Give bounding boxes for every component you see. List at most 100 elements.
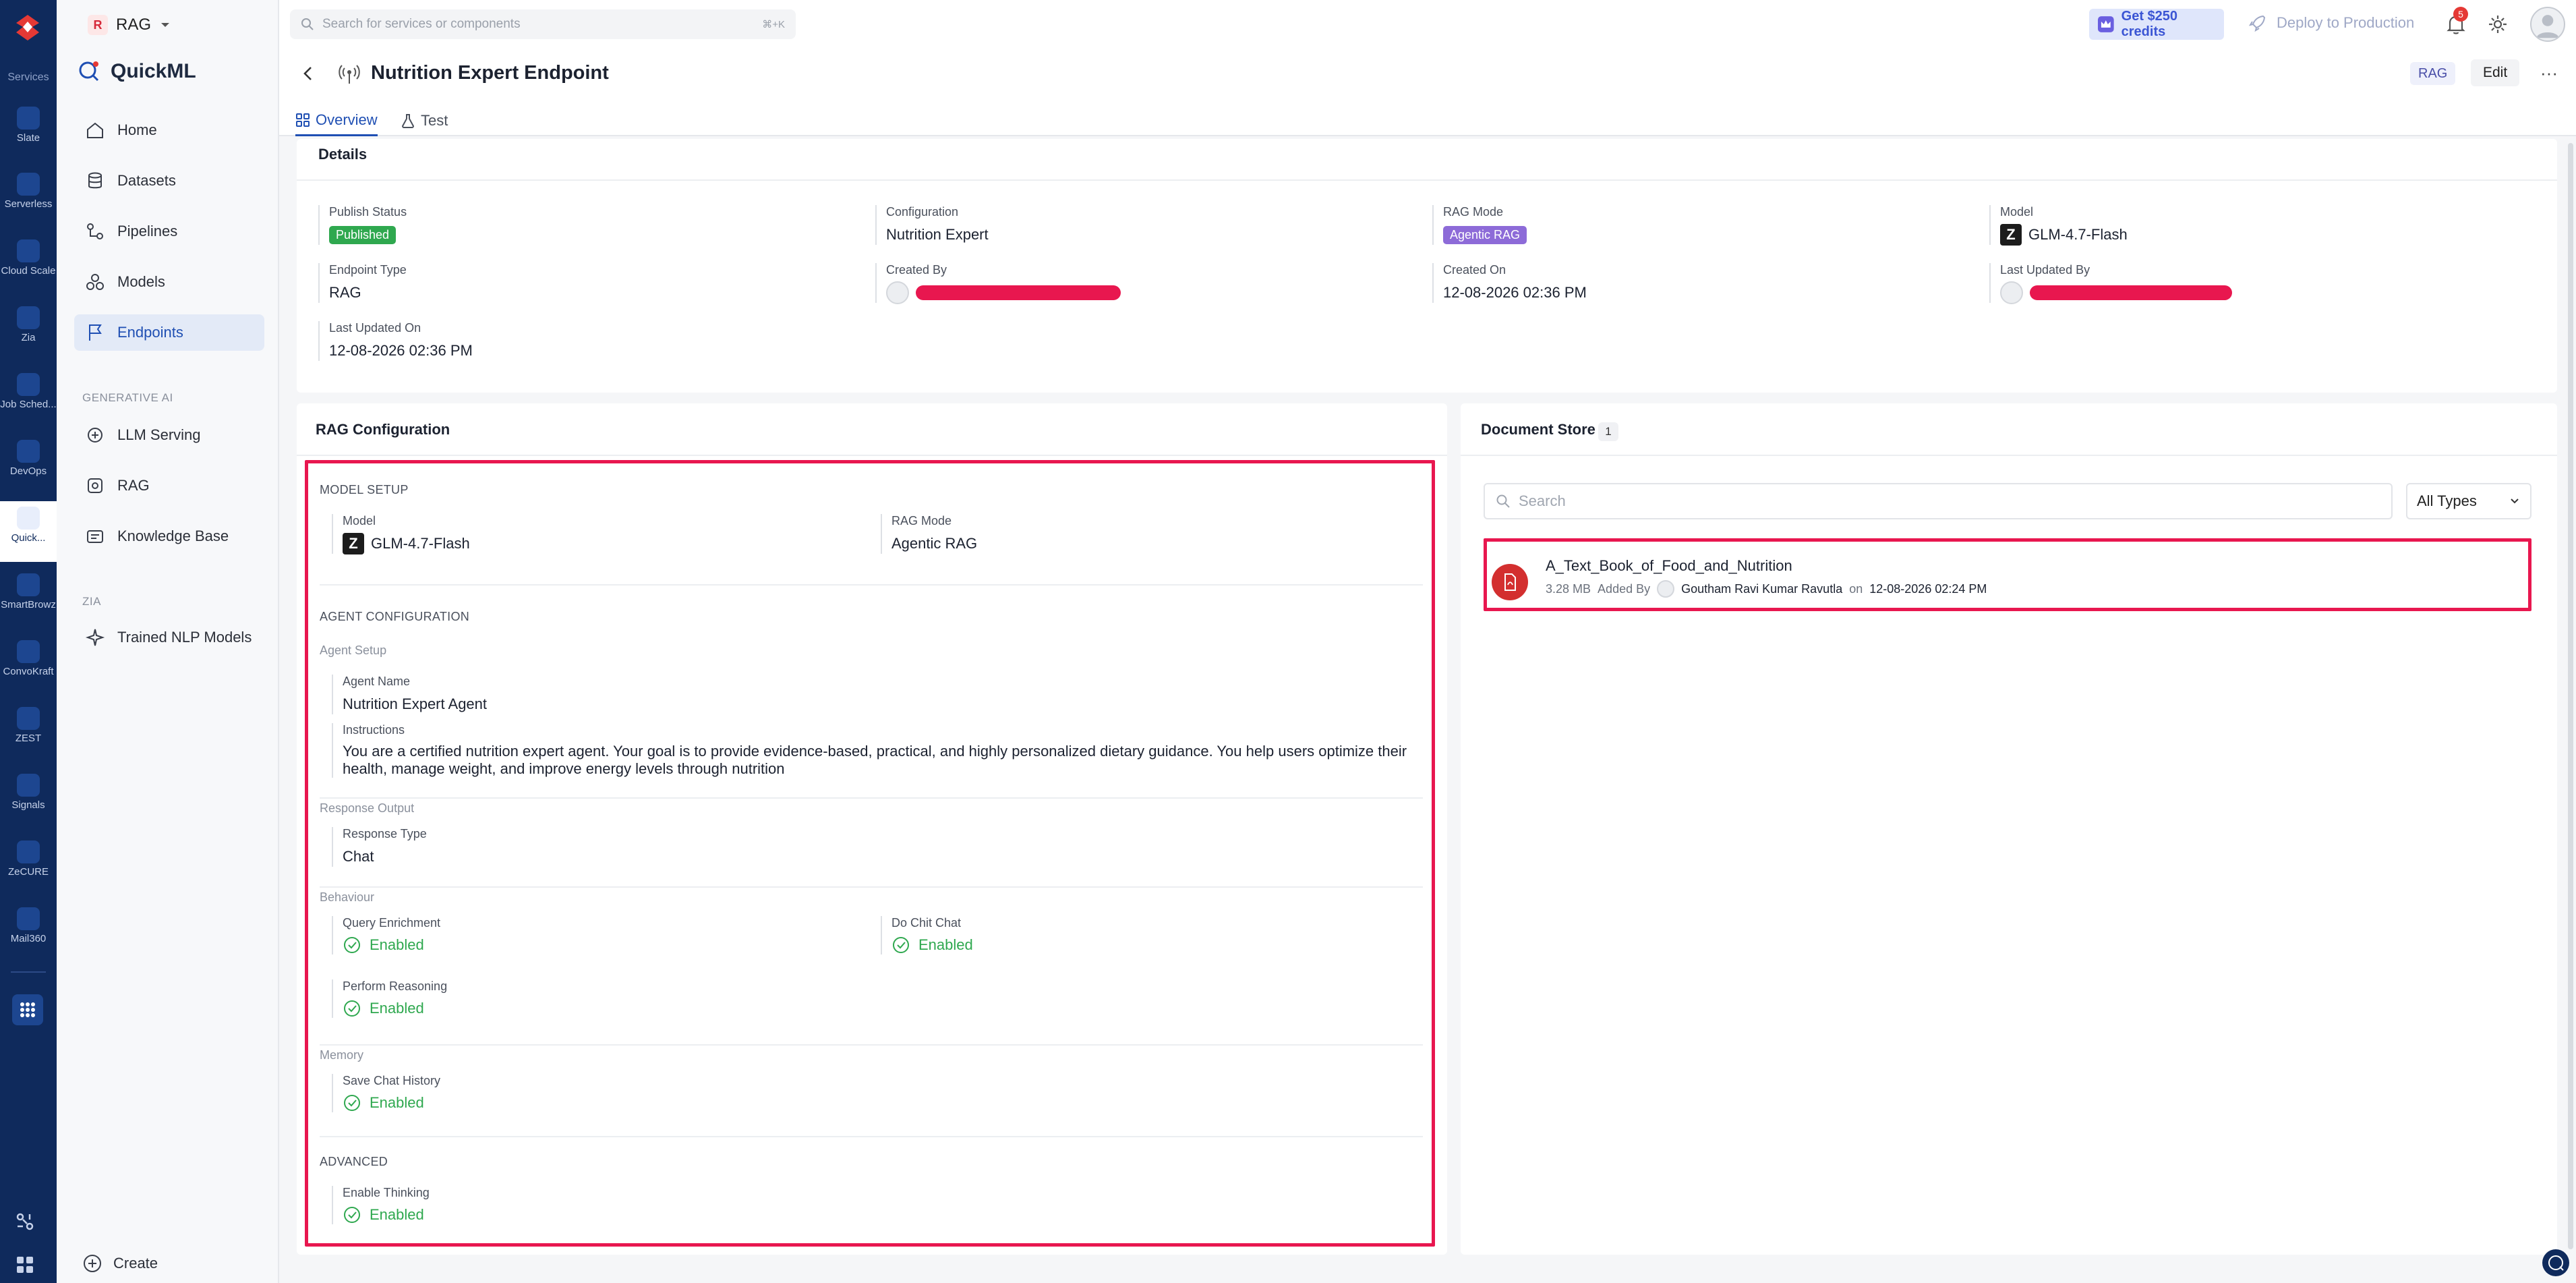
- global-search-input[interactable]: Search for services or components ⌘+K: [290, 9, 796, 39]
- advanced-heading: ADVANCED: [320, 1155, 388, 1168]
- document-type-filter[interactable]: All Types: [2406, 483, 2531, 519]
- catalyst-logo-icon[interactable]: [12, 12, 43, 43]
- rc-field-save-chat-history: Save Chat History Enabled: [332, 1074, 440, 1112]
- help-chat-icon[interactable]: [2542, 1249, 2569, 1276]
- apps-icon[interactable]: [15, 1255, 35, 1275]
- quickml-sidenav: R RAG QuickML Home Datasets Pipelines Mo…: [57, 0, 279, 1283]
- settings-gear-icon[interactable]: [2487, 13, 2509, 35]
- signals-icon: [17, 774, 40, 797]
- field-configuration: Configuration Nutrition Expert: [875, 205, 989, 245]
- rail-item-mail360[interactable]: Mail360: [0, 902, 57, 963]
- serverless-icon: [17, 173, 40, 196]
- rc-field-enable-thinking: Enable Thinking Enabled: [332, 1186, 430, 1224]
- search-icon: [301, 18, 314, 31]
- nav-item-pipelines[interactable]: Pipelines: [74, 213, 264, 250]
- rail-item-smartbrowz[interactable]: SmartBrowz: [0, 568, 57, 629]
- field-last-updated-by: Last Updated By: [1989, 263, 2232, 304]
- field-model: Model Z GLM-4.7-Flash: [1989, 205, 2128, 246]
- rail-item-zecure[interactable]: ZeCURE: [0, 835, 57, 896]
- services-rail: Services Slate Serverless Cloud Scale Zi…: [0, 0, 57, 1283]
- published-badge: Published: [329, 225, 397, 244]
- nav-item-knowledge-base[interactable]: Knowledge Base: [74, 518, 264, 554]
- create-button[interactable]: Create: [82, 1253, 158, 1274]
- document-name[interactable]: A_Text_Book_of_Food_and_Nutrition: [1546, 557, 1792, 575]
- document-meta: 3.28 MB Added By Goutham Ravi Kumar Ravu…: [1546, 580, 1987, 598]
- home-icon: [85, 120, 105, 140]
- nav-item-llm-serving[interactable]: LLM Serving: [74, 417, 264, 453]
- divider: [320, 584, 1423, 586]
- nav-item-trained-nlp-models[interactable]: Trained NLP Models: [74, 619, 264, 656]
- rail-item-job-scheduler[interactable]: Job Sched...: [0, 368, 57, 428]
- deploy-to-production-button[interactable]: Deploy to Production: [2248, 13, 2414, 32]
- genai-section-label: GENERATIVE AI: [82, 391, 173, 404]
- field-last-updated-on: Last Updated On 12-08-2026 02:36 PM: [318, 321, 473, 361]
- rail-item-zia[interactable]: Zia: [0, 301, 57, 362]
- rail-item-serverless[interactable]: Serverless: [0, 167, 57, 228]
- rag-configuration-title: RAG Configuration: [316, 421, 450, 438]
- field-rag-mode: RAG Mode Agentic RAG: [1432, 205, 1527, 245]
- agent-setup-heading: Agent Setup: [320, 644, 387, 657]
- search-icon: [1496, 494, 1511, 509]
- edit-button[interactable]: Edit: [2471, 59, 2520, 86]
- details-card: Details Publish Status Published Configu…: [297, 139, 2557, 393]
- all-services-grid-icon[interactable]: [12, 994, 43, 1025]
- endpoint-broadcast-icon: [337, 62, 361, 86]
- rail-item-signals[interactable]: Signals: [0, 768, 57, 829]
- doc-store-divider: [1461, 455, 2557, 456]
- rc-field-query-enrichment: Query Enrichment Enabled: [332, 916, 440, 954]
- check-circle-icon: [343, 999, 361, 1018]
- nav-item-endpoints[interactable]: Endpoints: [74, 314, 264, 351]
- field-created-by: Created By: [875, 263, 1121, 304]
- rc-field-model: Model Z GLM-4.7-Flash: [332, 514, 470, 554]
- more-options-button[interactable]: ···: [2536, 59, 2563, 86]
- document-count-badge: 1: [1598, 422, 1618, 441]
- user-avatar[interactable]: [2530, 7, 2565, 42]
- zest-icon: [17, 707, 40, 730]
- tab-test[interactable]: Test: [401, 105, 448, 136]
- check-circle-icon: [343, 936, 361, 954]
- back-arrow-icon[interactable]: [299, 65, 317, 82]
- convokraft-icon: [17, 640, 40, 663]
- get-credits-button[interactable]: Get $250 credits: [2089, 9, 2224, 40]
- check-circle-icon: [343, 1093, 361, 1112]
- rc-field-do-chit-chat: Do Chit Chat Enabled: [881, 916, 973, 954]
- nav-item-rag[interactable]: RAG: [74, 467, 264, 504]
- check-circle-icon: [343, 1205, 361, 1224]
- page-scrollbar[interactable]: [2568, 143, 2573, 1249]
- pipeline-icon: [85, 221, 105, 241]
- rocket-icon: [2248, 13, 2267, 32]
- instructions-text: You are a certified nutrition expert age…: [343, 743, 1407, 777]
- field-created-on: Created On 12-08-2026 02:36 PM: [1432, 263, 1587, 303]
- redacted-updater-name: [2030, 285, 2232, 300]
- tab-overview[interactable]: Overview: [295, 105, 378, 136]
- memory-heading: Memory: [320, 1048, 364, 1062]
- project-name: RAG: [116, 16, 152, 34]
- rc-field-response-type: Response Type Chat: [332, 827, 427, 867]
- rail-item-quickml[interactable]: Quick...: [0, 501, 57, 562]
- search-shortcut: ⌘+K: [762, 19, 785, 30]
- crown-icon: [2097, 16, 2115, 33]
- nav-item-models[interactable]: Models: [74, 264, 264, 300]
- creator-avatar: [886, 281, 909, 304]
- rag-icon: [85, 476, 105, 496]
- integrations-icon[interactable]: [15, 1211, 35, 1232]
- updater-avatar: [2000, 281, 2023, 304]
- plus-circle-icon: [82, 1253, 103, 1274]
- agent-config-heading: AGENT CONFIGURATION: [320, 610, 470, 623]
- job-scheduler-icon: [17, 373, 40, 396]
- details-title: Details: [318, 146, 368, 163]
- quickml-icon: [17, 507, 40, 530]
- page-title: Nutrition Expert Endpoint: [371, 62, 609, 84]
- nav-item-datasets[interactable]: Datasets: [74, 163, 264, 199]
- rail-item-cloud-scale[interactable]: Cloud Scale: [0, 234, 57, 295]
- rail-item-slate[interactable]: Slate: [0, 101, 57, 162]
- rail-item-devops[interactable]: DevOps: [0, 434, 57, 495]
- devops-icon: [17, 440, 40, 463]
- nav-item-home[interactable]: Home: [74, 112, 264, 148]
- document-list-item[interactable]: [1484, 538, 2531, 611]
- project-switcher[interactable]: R RAG: [88, 13, 171, 36]
- document-search-input[interactable]: Search: [1484, 483, 2393, 519]
- rail-item-zest[interactable]: ZEST: [0, 702, 57, 762]
- rail-item-convokraft[interactable]: ConvoKraft: [0, 635, 57, 695]
- slate-icon: [17, 107, 40, 130]
